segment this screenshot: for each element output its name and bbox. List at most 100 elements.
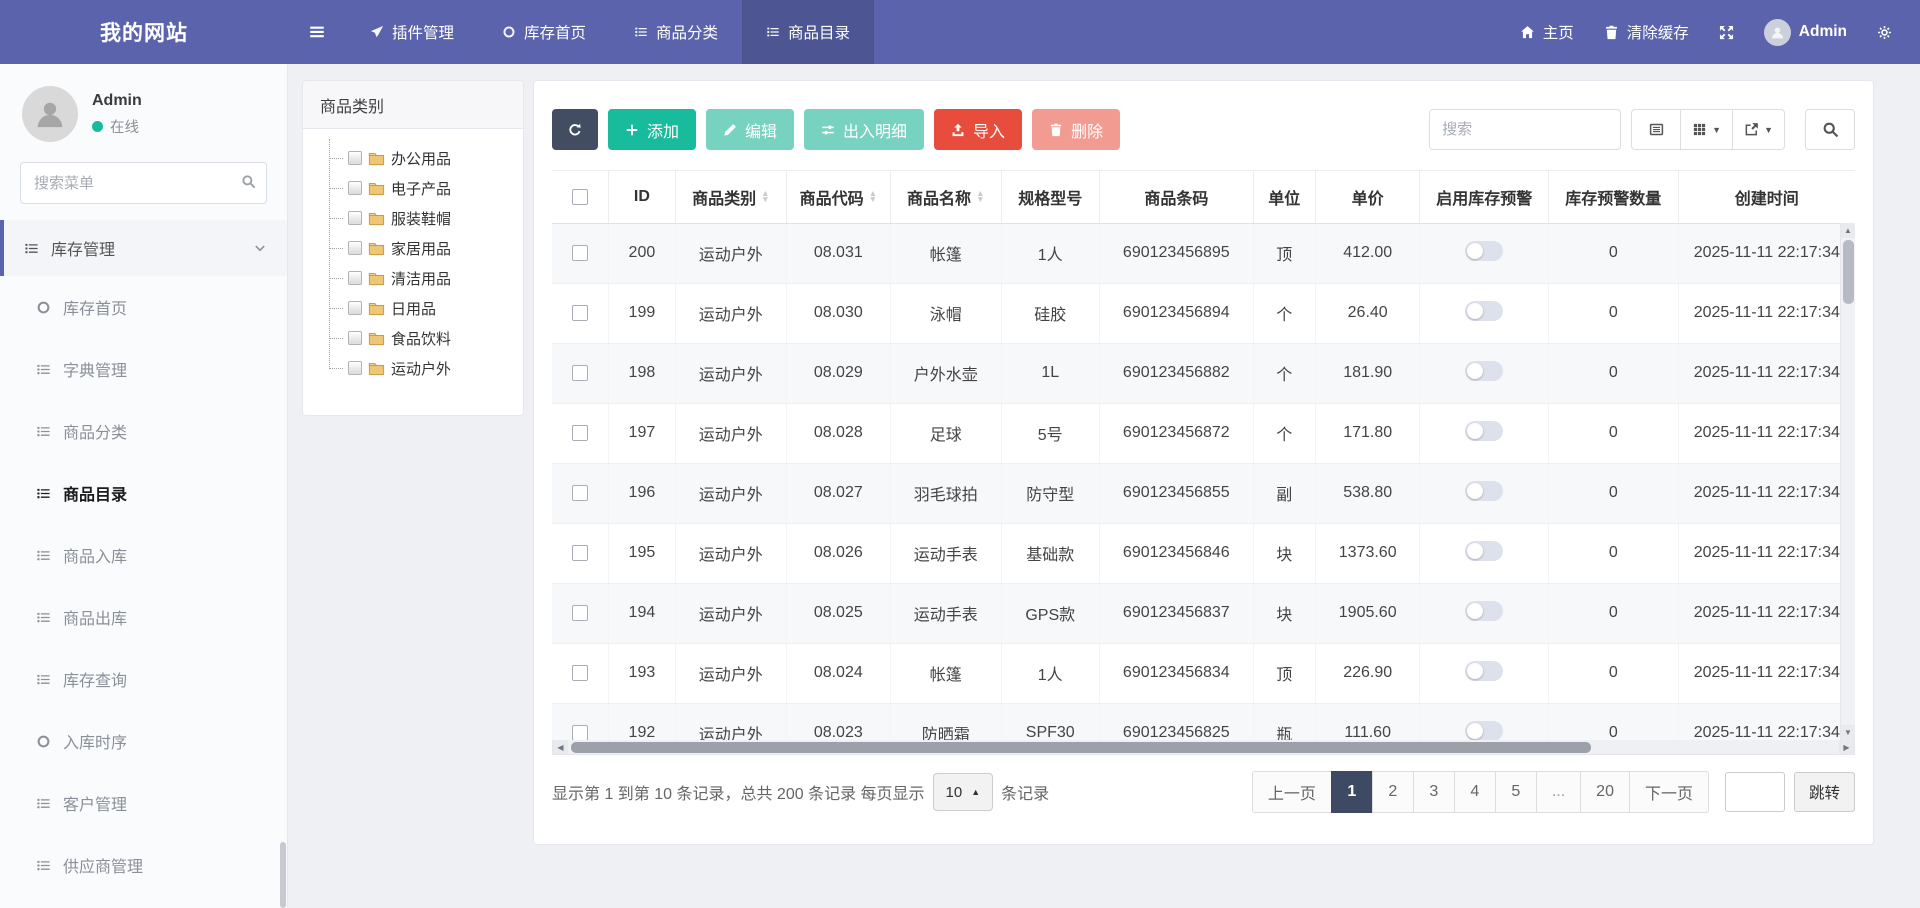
stock-warning-toggle[interactable] xyxy=(1465,721,1503,741)
sidebar-item-10[interactable]: 供应商管理 xyxy=(0,834,287,896)
table-row-198[interactable]: 198运动户外08.029户外水壶1L690123456882个181.9002… xyxy=(552,343,1855,403)
scroll-up-arrow-icon[interactable]: ▲ xyxy=(1841,223,1855,238)
search-toggle-button[interactable] xyxy=(1805,109,1855,150)
user-menu[interactable]: Admin xyxy=(1764,19,1847,46)
tree-item-3[interactable]: 家居用品 xyxy=(323,233,515,263)
column-header-4[interactable]: 规格型号 xyxy=(1001,171,1099,223)
column-header-2[interactable]: 商品代码▲▼ xyxy=(786,171,890,223)
table-row-193[interactable]: 193运动户外08.024帐篷1人690123456834顶226.900202… xyxy=(552,643,1855,703)
tree-item-0[interactable]: 办公用品 xyxy=(323,143,515,173)
column-header-3[interactable]: 商品名称▲▼ xyxy=(891,171,1002,223)
column-header-7[interactable]: 单价 xyxy=(1315,171,1419,223)
sidebar-item-4[interactable]: 商品目录 xyxy=(0,462,287,524)
columns-dropdown-button[interactable]: ▼ xyxy=(1680,109,1733,150)
row-checkbox[interactable] xyxy=(572,725,588,740)
scroll-right-arrow-icon[interactable]: ▶ xyxy=(1839,740,1854,754)
row-checkbox[interactable] xyxy=(572,545,588,561)
jump-button[interactable]: 跳转 xyxy=(1794,772,1855,812)
stock-warning-toggle[interactable] xyxy=(1465,661,1503,681)
sidebar-item-0[interactable]: 库存管理 xyxy=(0,220,287,276)
scroll-down-arrow-icon[interactable]: ▼ xyxy=(1841,725,1855,740)
horizontal-scrollbar[interactable]: ◀ ▶ xyxy=(552,740,1855,755)
in-out-detail-button[interactable]: 出入明细 xyxy=(804,109,924,150)
sidebar-item-2[interactable]: 字典管理 xyxy=(0,338,287,400)
page-size-dropdown[interactable]: 10 ▲ xyxy=(933,773,994,811)
stock-warning-toggle[interactable] xyxy=(1465,421,1503,441)
column-header-1[interactable]: 商品类别▲▼ xyxy=(676,171,787,223)
sidebar-item-1[interactable]: 库存首页 xyxy=(0,276,287,338)
row-checkbox[interactable] xyxy=(572,665,588,681)
stock-warning-toggle[interactable] xyxy=(1465,541,1503,561)
sidebar-item-8[interactable]: 入库时序 xyxy=(0,710,287,772)
table-row-194[interactable]: 194运动户外08.025运动手表GPS款690123456837块1905.6… xyxy=(552,583,1855,643)
table-row-192[interactable]: 192运动户外08.023防晒霜SPF30690123456825瓶111.60… xyxy=(552,703,1855,740)
tree-item-7[interactable]: 运动户外 xyxy=(323,353,515,383)
sidebar-item-3[interactable]: 商品分类 xyxy=(0,400,287,462)
column-header-8[interactable]: 启用库存预警 xyxy=(1420,171,1549,223)
row-checkbox[interactable] xyxy=(572,605,588,621)
tree-checkbox[interactable] xyxy=(348,301,362,315)
table-row-196[interactable]: 196运动户外08.027羽毛球拍防守型690123456855副538.800… xyxy=(552,463,1855,523)
prev-page-button[interactable]: 上一页 xyxy=(1252,771,1332,813)
jump-page-input[interactable] xyxy=(1725,772,1785,812)
tree-checkbox[interactable] xyxy=(348,181,362,195)
sidebar-item-9[interactable]: 客户管理 xyxy=(0,772,287,834)
page-button-2[interactable]: 2 xyxy=(1372,771,1414,813)
scroll-left-arrow-icon[interactable]: ◀ xyxy=(553,740,568,754)
nav-item-1[interactable]: 库存首页 xyxy=(478,0,610,64)
import-button[interactable]: 导入 xyxy=(934,109,1022,150)
tree-item-2[interactable]: 服装鞋帽 xyxy=(323,203,515,233)
column-header-9[interactable]: 库存预警数量 xyxy=(1549,171,1679,223)
add-button[interactable]: 添加 xyxy=(608,109,696,150)
table-row-195[interactable]: 195运动户外08.026运动手表基础款690123456846块1373.60… xyxy=(552,523,1855,583)
column-header-10[interactable]: 创建时间 xyxy=(1678,171,1855,223)
page-button-1[interactable]: 1 xyxy=(1331,771,1373,813)
sidebar-scrollbar[interactable] xyxy=(280,842,286,908)
tree-checkbox[interactable] xyxy=(348,211,362,225)
row-checkbox[interactable] xyxy=(572,365,588,381)
vertical-scrollbar[interactable]: ▲ ▼ xyxy=(1840,223,1855,740)
row-checkbox[interactable] xyxy=(572,485,588,501)
page-button-5[interactable]: 5 xyxy=(1495,771,1537,813)
export-dropdown-button[interactable]: ▼ xyxy=(1732,109,1785,150)
row-checkbox[interactable] xyxy=(572,245,588,261)
tree-item-1[interactable]: 电子产品 xyxy=(323,173,515,203)
sidebar-toggle-button[interactable] xyxy=(288,0,346,64)
edit-button[interactable]: 编辑 xyxy=(706,109,794,150)
row-checkbox[interactable] xyxy=(572,425,588,441)
column-header-6[interactable]: 单位 xyxy=(1253,171,1315,223)
tree-checkbox[interactable] xyxy=(348,241,362,255)
row-checkbox[interactable] xyxy=(572,305,588,321)
tree-checkbox[interactable] xyxy=(348,151,362,165)
tree-checkbox[interactable] xyxy=(348,331,362,345)
sidebar-item-6[interactable]: 商品出库 xyxy=(0,586,287,648)
next-page-button[interactable]: 下一页 xyxy=(1629,771,1709,813)
menu-search-input[interactable] xyxy=(20,162,267,204)
vertical-scrollbar-thumb[interactable] xyxy=(1843,240,1854,304)
table-search-input[interactable] xyxy=(1429,109,1621,150)
table-row-200[interactable]: 200运动户外08.031帐篷1人690123456895顶412.000202… xyxy=(552,223,1855,283)
page-button-20[interactable]: 20 xyxy=(1580,771,1630,813)
page-button-3[interactable]: 3 xyxy=(1413,771,1455,813)
toggle-view-button[interactable] xyxy=(1631,109,1681,150)
stock-warning-toggle[interactable] xyxy=(1465,481,1503,501)
settings-button[interactable] xyxy=(1877,25,1892,40)
select-all-checkbox[interactable] xyxy=(572,189,588,205)
nav-item-2[interactable]: 商品分类 xyxy=(610,0,742,64)
page-button-4[interactable]: 4 xyxy=(1454,771,1496,813)
table-row-197[interactable]: 197运动户外08.028足球5号690123456872个171.800202… xyxy=(552,403,1855,463)
tree-item-4[interactable]: 清洁用品 xyxy=(323,263,515,293)
table-row-199[interactable]: 199运动户外08.030泳帽硅胶690123456894个26.4002025… xyxy=(552,283,1855,343)
horizontal-scrollbar-thumb[interactable] xyxy=(571,742,1591,753)
column-header-5[interactable]: 商品条码 xyxy=(1099,171,1253,223)
stock-warning-toggle[interactable] xyxy=(1465,301,1503,321)
tree-item-5[interactable]: 日用品 xyxy=(323,293,515,323)
sidebar-item-5[interactable]: 商品入库 xyxy=(0,524,287,586)
tree-checkbox[interactable] xyxy=(348,361,362,375)
nav-item-3[interactable]: 商品目录 xyxy=(742,0,874,64)
nav-item-0[interactable]: 插件管理 xyxy=(346,0,478,64)
stock-warning-toggle[interactable] xyxy=(1465,361,1503,381)
stock-warning-toggle[interactable] xyxy=(1465,601,1503,621)
refresh-button[interactable] xyxy=(552,109,598,150)
column-header-0[interactable]: ID xyxy=(608,171,675,223)
